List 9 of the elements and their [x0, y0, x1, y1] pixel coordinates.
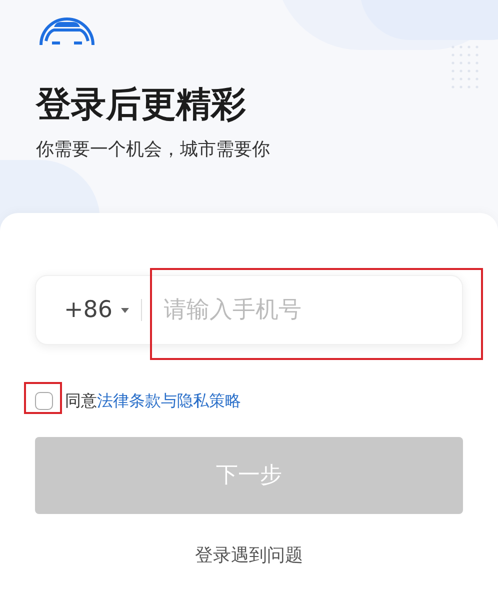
agreement-checkbox[interactable]	[35, 392, 53, 410]
subtitle: 你需要一个机会，城市需要你	[36, 138, 271, 162]
page-title: 登录后更精彩	[36, 84, 247, 127]
phone-input-field[interactable]: +86 请输入手机号	[35, 275, 463, 345]
terms-link[interactable]: 法律条款与隐私策略	[97, 391, 241, 410]
agreement-text: 同意法律条款与隐私策略	[65, 390, 241, 412]
country-code-selector[interactable]: +86	[36, 276, 141, 344]
caret-icon	[120, 308, 129, 312]
help-link[interactable]: 登录遇到问题	[195, 542, 303, 569]
